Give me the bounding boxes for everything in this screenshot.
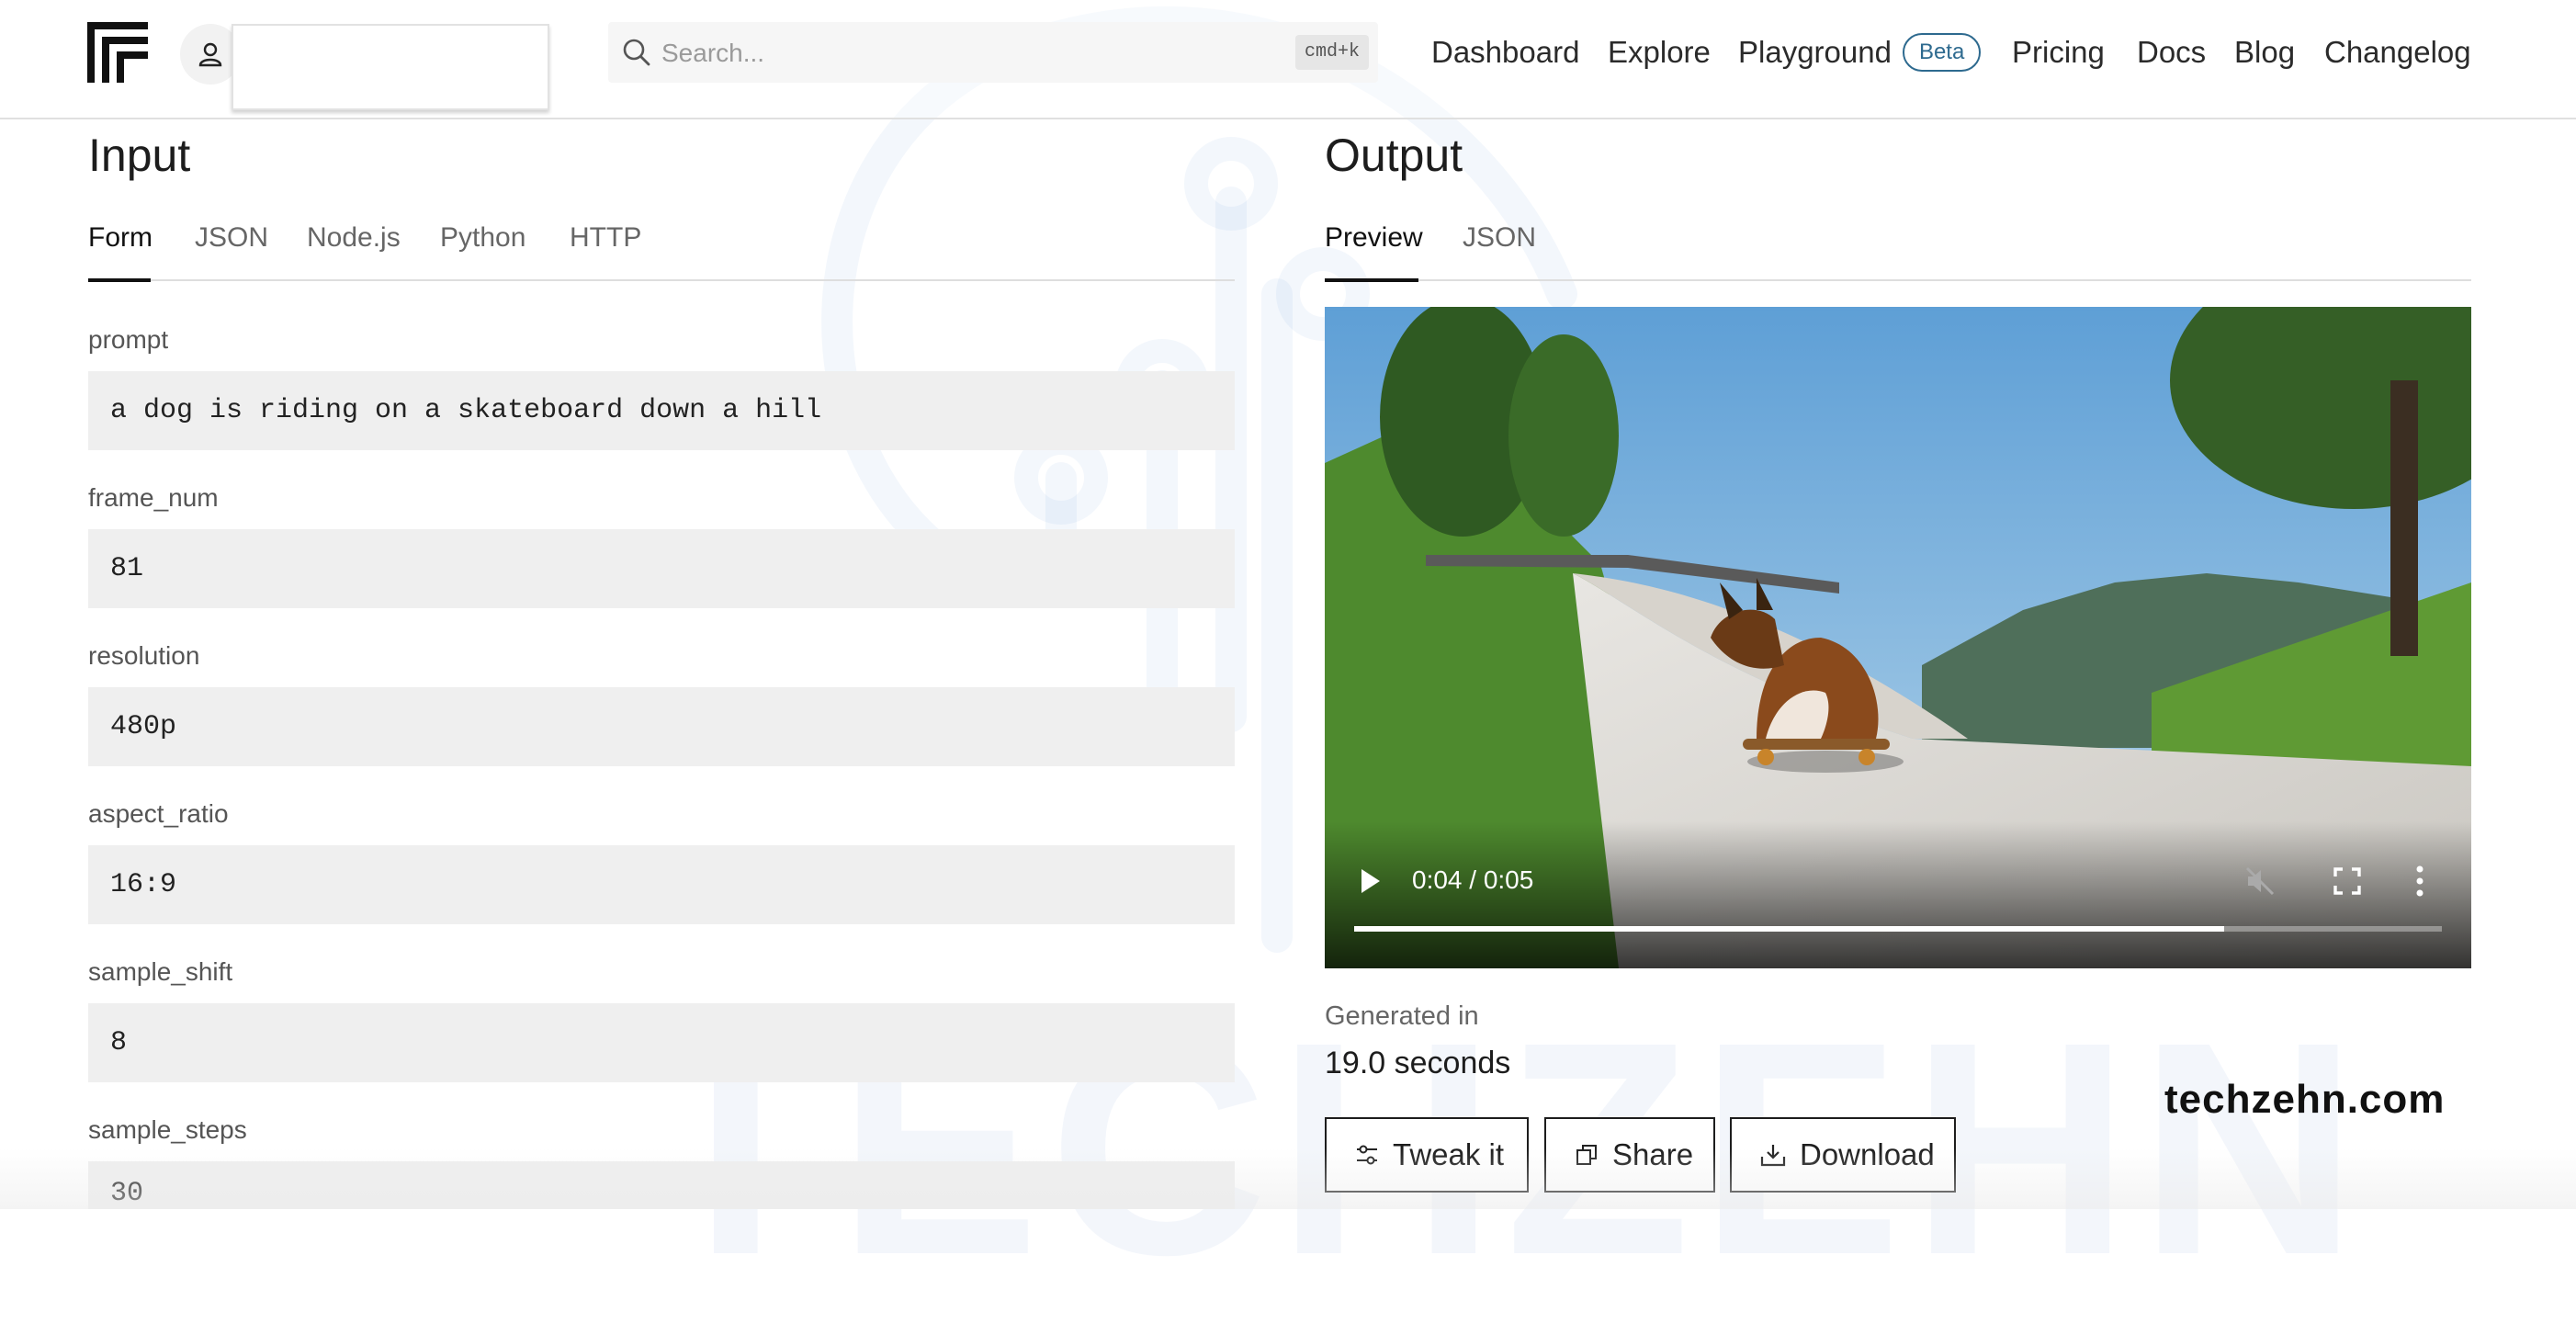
app-logo[interactable] (87, 22, 148, 83)
search-bar: cmd+k (608, 22, 1378, 85)
download-icon (1760, 1145, 1786, 1167)
nav-label-dashboard[interactable]: Dashboard (1431, 35, 1579, 70)
field-label-frame-num: frame_num (88, 483, 219, 512)
tab-preview[interactable]: Preview (1325, 222, 1423, 254)
resolution-field[interactable]: 480p (88, 687, 1235, 766)
video-progress-fill (1354, 926, 2225, 932)
search-icon (623, 39, 650, 66)
sample-shift-field[interactable]: 8 (88, 1003, 1235, 1082)
download-button[interactable]: Download (1730, 1117, 1956, 1193)
beta-badge: Beta (1902, 33, 1982, 72)
user-dropdown-panel (232, 24, 549, 110)
nav-item-pricing[interactable]: Pricing (2012, 29, 2105, 75)
input-title: Input (88, 130, 191, 181)
field-label-prompt: prompt (88, 325, 169, 354)
tab-form[interactable]: Form (88, 222, 153, 254)
sliders-icon (1357, 1145, 1377, 1165)
nav-item-dashboard[interactable]: Dashboard (1431, 29, 1579, 75)
nav-label-blog[interactable]: Blog (2234, 35, 2295, 70)
tab-nodejs[interactable]: Node.js (307, 222, 401, 254)
generated-in-value: 19.0 seconds (1325, 1046, 1511, 1080)
nav-label-pricing[interactable]: Pricing (2012, 35, 2105, 70)
frame-num-field[interactable]: 81 (88, 529, 1235, 608)
share-button[interactable]: Share (1544, 1117, 1715, 1193)
download-button-label: Download (1800, 1137, 1935, 1171)
video-progress-track[interactable] (1354, 926, 2442, 932)
nav-label-playground[interactable]: Playground (1738, 35, 1892, 70)
search-input[interactable] (660, 22, 1270, 85)
aspect-ratio-field[interactable]: 16:9 (88, 845, 1235, 924)
nav-label-docs[interactable]: Docs (2137, 35, 2206, 70)
field-label-resolution: resolution (88, 641, 200, 670)
nav-item-blog[interactable]: Blog (2234, 29, 2295, 75)
search-shortcut-hint: cmd+k (1294, 35, 1369, 70)
output-title: Output (1325, 130, 1463, 181)
nav-label-changelog[interactable]: Changelog (2324, 35, 2471, 70)
nav-label-explore[interactable]: Explore (1608, 35, 1711, 70)
muted-icon[interactable] (2243, 865, 2277, 898)
nav-item-docs[interactable]: Docs (2137, 29, 2206, 75)
tweak-button-label: Tweak it (1393, 1137, 1505, 1171)
top-header: cmd+k Dashboard Explore Playground Beta … (0, 0, 2576, 119)
field-label-sample-shift: sample_shift (88, 957, 233, 986)
play-icon[interactable] (1358, 867, 1382, 895)
user-icon (198, 42, 222, 67)
tweak-button[interactable]: Tweak it (1325, 1117, 1529, 1193)
tab-json[interactable]: JSON (195, 222, 268, 254)
tab-output-json[interactable]: JSON (1463, 222, 1536, 254)
fullscreen-icon[interactable] (2332, 865, 2363, 897)
video-time: 0:04 / 0:05 (1412, 865, 1534, 894)
more-options-icon[interactable] (2411, 864, 2429, 899)
tab-python[interactable]: Python (440, 222, 525, 254)
output-tabs: Preview JSON (1325, 213, 2471, 282)
sample-steps-field[interactable]: 30 (88, 1161, 1235, 1209)
active-tab-indicator (1325, 278, 1418, 282)
watermark-site-text: techzehn.com (2164, 1077, 2446, 1122)
field-label-sample-steps: sample_steps (88, 1115, 247, 1144)
nav-item-playground[interactable]: Playground Beta (1738, 29, 1982, 75)
prompt-field[interactable]: a dog is riding on a skateboard down a h… (88, 371, 1235, 450)
input-tabs: Form JSON Node.js Python HTTP (88, 213, 1235, 282)
copy-icon (1576, 1145, 1597, 1165)
share-button-label: Share (1612, 1137, 1694, 1171)
tab-http[interactable]: HTTP (570, 222, 641, 254)
generated-in-label: Generated in (1325, 1001, 1479, 1031)
video-player[interactable]: 0:04 / 0:05 (1325, 307, 2471, 968)
active-tab-indicator (88, 278, 151, 282)
field-label-aspect-ratio: aspect_ratio (88, 799, 229, 828)
nav-item-explore[interactable]: Explore (1608, 29, 1711, 75)
nav-item-changelog[interactable]: Changelog (2324, 29, 2471, 75)
